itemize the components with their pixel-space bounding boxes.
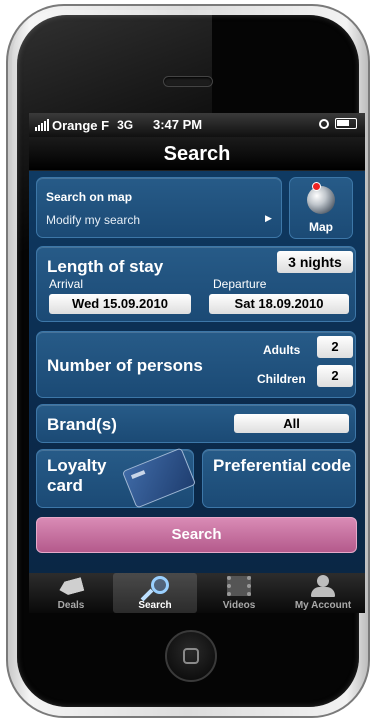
home-square-icon (183, 648, 199, 664)
children-label: Children (257, 372, 306, 386)
status-bar: Orange F 3G 3:47 PM (29, 113, 365, 137)
magnifier-icon (151, 576, 169, 594)
search-on-map-row[interactable]: Search on map Modify my search ▶ (36, 177, 282, 238)
carrier-name: Orange F (52, 117, 110, 133)
earpiece-speaker (163, 76, 213, 87)
disclosure-arrow-icon: ▶ (265, 213, 272, 223)
rotation-lock-icon (319, 118, 329, 129)
nights-selector[interactable]: 3 nights (277, 251, 353, 273)
children-count-field[interactable]: 2 (317, 365, 353, 387)
length-of-stay-panel: Length of stay 3 nights Arrival Departur… (36, 246, 356, 322)
map-button[interactable]: Map (289, 177, 353, 239)
app-screen: Orange F 3G 3:47 PM Search Search on map… (29, 113, 365, 613)
loyalty-card-button[interactable]: Loyalty card (36, 447, 197, 509)
battery-icon (335, 118, 357, 129)
search-button[interactable]: Search (36, 517, 357, 553)
navigation-bar: Search (29, 137, 365, 171)
person-icon (317, 575, 329, 587)
map-button-label: Map (309, 220, 333, 234)
search-on-map-title: Search on map (46, 190, 133, 204)
number-of-persons-panel: Number of persons Adults Children 2 2 (36, 331, 356, 398)
brands-title: Brand(s) (47, 415, 117, 434)
arrival-label: Arrival (49, 277, 84, 291)
globe-icon (307, 186, 335, 214)
adults-label: Adults (263, 343, 301, 357)
length-of-stay-title: Length of stay (47, 257, 164, 276)
signal-icon (35, 119, 49, 131)
preferential-code-button[interactable]: Preferential code (202, 449, 356, 508)
tag-icon (58, 577, 85, 597)
loyalty-card-title: Loyalty card (47, 456, 107, 495)
modify-search-link[interactable]: Modify my search (46, 213, 140, 227)
departure-label: Departure (213, 277, 267, 291)
tab-search[interactable]: Search (113, 573, 197, 613)
film-icon (227, 576, 251, 596)
page-title: Search (163, 143, 231, 165)
person-icon-body (311, 587, 335, 597)
arrival-date-field[interactable]: Wed 15.09.2010 (49, 294, 191, 314)
preferential-code-title: Preferential code (213, 456, 351, 475)
network-type: 3G (117, 118, 134, 132)
tab-videos[interactable]: Videos (197, 573, 281, 613)
brand-selector[interactable]: All (234, 414, 349, 433)
tab-label: Deals (57, 600, 85, 611)
map-pin-icon (312, 182, 321, 191)
tab-label: Search (138, 600, 172, 611)
tab-bar: Deals Search Videos My Account (29, 573, 365, 613)
status-time: 3:47 PM (153, 117, 203, 132)
loyalty-card-icon (121, 447, 197, 509)
brands-panel: Brand(s) All (36, 404, 356, 443)
search-form: Search on map Modify my search ▶ Map Len… (29, 171, 365, 573)
departure-date-field[interactable]: Sat 18.09.2010 (209, 294, 349, 314)
number-of-persons-title: Number of persons (47, 356, 203, 375)
adults-count-field[interactable]: 2 (317, 336, 353, 358)
tab-deals[interactable]: Deals (29, 573, 113, 613)
tab-label: Videos (222, 600, 256, 611)
tab-label: My Account (294, 600, 352, 611)
tab-my-account[interactable]: My Account (281, 573, 365, 613)
